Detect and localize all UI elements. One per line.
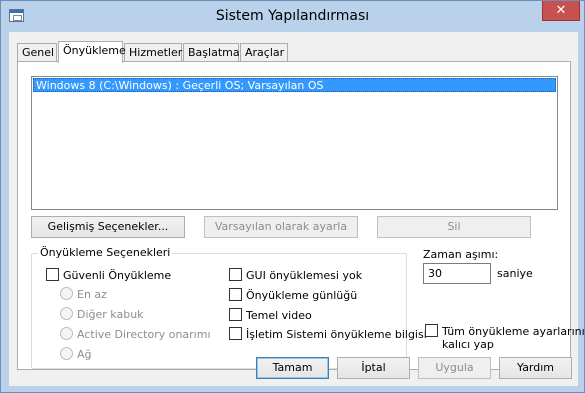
safe-boot-checkbox[interactable]: Güvenli Önyükleme [46, 268, 171, 282]
boot-entry-windows-8[interactable]: Windows 8 (C:\Windows) : Geçerli OS; Var… [33, 78, 556, 92]
make-permanent-checkbox[interactable]: Tüm önyükleme ayarlarını [425, 324, 585, 338]
checkbox-icon [425, 324, 438, 337]
no-gui-boot-label: GUI önyüklemesi yok [246, 269, 363, 282]
checkbox-icon [229, 288, 242, 301]
boot-entries-list[interactable]: Windows 8 (C:\Windows) : Geçerli OS; Var… [31, 76, 558, 210]
make-permanent-label-line2: kalıcı yap [442, 338, 494, 351]
boot-options-title: Önyükleme Seçenekleri [38, 246, 173, 259]
set-as-default-button[interactable]: Varsayılan olarak ayarla [204, 216, 358, 238]
title-bar[interactable]: Sistem Yapılandırması ✕ [1, 1, 584, 32]
timeout-input[interactable]: 30 [423, 263, 491, 284]
ok-button[interactable]: Tamam [256, 357, 329, 379]
radio-icon [60, 327, 73, 340]
no-gui-boot-checkbox[interactable]: GUI önyüklemesi yok [229, 268, 362, 282]
radio-icon [60, 347, 73, 360]
cancel-button[interactable]: İptal [337, 357, 410, 379]
checkbox-icon [229, 327, 242, 340]
timeout-unit-label: saniye [497, 267, 533, 280]
alternate-shell-radio[interactable]: Diğer kabuk [60, 307, 144, 321]
boot-log-label: Önyükleme günlüğü [246, 289, 358, 302]
advanced-options-button[interactable]: Gelişmiş Seçenekler... [31, 216, 185, 238]
network-radio[interactable]: Ağ [60, 347, 92, 361]
timeout-label: Zaman aşımı: [423, 248, 499, 261]
base-video-checkbox[interactable]: Temel video [229, 308, 312, 322]
os-boot-info-checkbox[interactable]: İşletim Sistemi önyükleme bilgisi [229, 327, 427, 341]
checkbox-icon [229, 308, 242, 321]
checkbox-icon [229, 268, 242, 281]
close-button[interactable]: ✕ [542, 1, 580, 21]
network-label: Ağ [77, 348, 92, 361]
tab-startup[interactable]: Başlatma [183, 43, 240, 62]
delete-button[interactable]: Sil [377, 216, 531, 238]
tab-general[interactable]: Genel [17, 43, 57, 62]
make-permanent-label-line1: Tüm önyükleme ayarlarını [442, 325, 585, 338]
boot-options-group: Önyükleme Seçenekleri Güvenli Önyükleme … [31, 246, 427, 369]
help-button[interactable]: Yardım [499, 357, 572, 379]
ad-repair-radio[interactable]: Active Directory onarımı [60, 327, 211, 341]
dialog-client-area: Genel Önyükleme Hizmetler Başlatma Araçl… [9, 32, 585, 386]
system-configuration-window: Sistem Yapılandırması ✕ Genel Önyükleme … [0, 0, 585, 393]
alternate-shell-label: Diğer kabuk [77, 308, 144, 321]
os-boot-info-label: İşletim Sistemi önyükleme bilgisi [246, 328, 427, 341]
boot-log-checkbox[interactable]: Önyükleme günlüğü [229, 288, 357, 302]
ad-repair-label: Active Directory onarımı [77, 328, 211, 341]
minimal-label: En az [77, 288, 107, 301]
radio-icon [60, 307, 73, 320]
boot-tab-panel: Windows 8 (C:\Windows) : Geçerli OS; Var… [17, 61, 585, 370]
tab-services[interactable]: Hizmetler [124, 43, 182, 62]
safe-boot-label: Güvenli Önyükleme [63, 269, 172, 282]
minimal-radio[interactable]: En az [60, 287, 107, 301]
apply-button[interactable]: Uygula [418, 357, 491, 379]
base-video-label: Temel video [246, 309, 312, 322]
checkbox-icon [46, 268, 59, 281]
window-title: Sistem Yapılandırması [215, 8, 370, 24]
tab-tools[interactable]: Araçlar [240, 43, 288, 62]
radio-icon [60, 287, 73, 300]
tab-boot[interactable]: Önyükleme [58, 41, 126, 63]
